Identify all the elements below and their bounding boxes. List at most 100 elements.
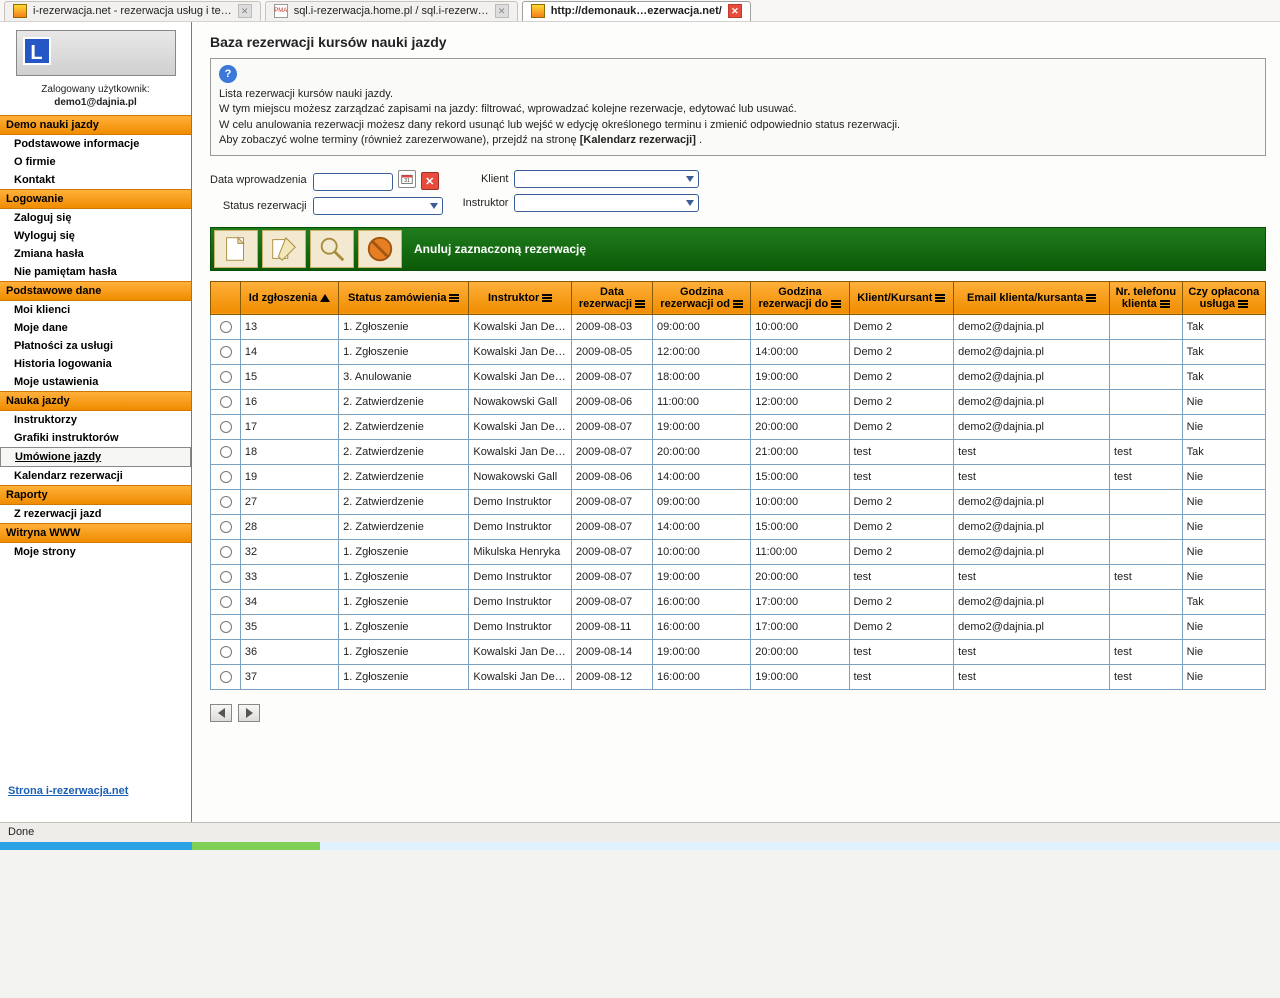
cell-klient: test [849,664,954,689]
filter-instruktor-select[interactable] [514,194,699,212]
filter-status-select[interactable] [313,197,443,215]
sidebar-item[interactable]: Zmiana hasła [0,245,191,263]
row-select-radio[interactable] [220,496,232,508]
table-row[interactable]: 192. ZatwierdzenieNowakowski Gall2009-08… [211,464,1266,489]
tool-edit-icon[interactable] [262,230,306,268]
row-select-radio[interactable] [220,671,232,683]
sidebar-item[interactable]: Wyloguj się [0,227,191,245]
cell-instr: Nowakowski Gall [469,389,572,414]
sidebar-item[interactable]: Zaloguj się [0,209,191,227]
sort-menu-icon [635,299,645,309]
sidebar-item[interactable]: Moje dane [0,319,191,337]
cell-to: 11:00:00 [751,539,849,564]
clear-date-icon[interactable]: ✕ [421,172,439,190]
row-radio-cell [211,539,241,564]
row-select-radio[interactable] [220,596,232,608]
column-header[interactable]: Data rezerwacji [571,281,652,314]
table-row[interactable]: 341. ZgłoszenieDemo Instruktor2009-08-07… [211,589,1266,614]
browser-tab[interactable]: http://demonauk…ezerwacja.net/✕ [522,1,751,21]
cell-from: 19:00:00 [653,414,751,439]
sidebar-item[interactable]: Grafiki instruktorów [0,429,191,447]
sidebar-item[interactable]: Nie pamiętam hasła [0,263,191,281]
sidebar-item[interactable]: Moi klienci [0,301,191,319]
row-select-radio[interactable] [220,346,232,358]
cell-phone [1110,614,1183,639]
sidebar-item[interactable]: Kalendarz rezerwacji [0,467,191,485]
row-select-radio[interactable] [220,371,232,383]
sidebar-item[interactable]: Historia logowania [0,355,191,373]
close-icon[interactable]: ✕ [728,4,742,18]
row-select-radio[interactable] [220,421,232,433]
row-select-radio[interactable] [220,321,232,333]
table-row[interactable]: 162. ZatwierdzenieNowakowski Gall2009-08… [211,389,1266,414]
row-select-radio[interactable] [220,446,232,458]
status-text: Done [8,826,34,838]
column-header[interactable]: Email klienta/kursanta [954,281,1110,314]
table-row[interactable]: 182. ZatwierdzenieKowalski Jan Demo2009-… [211,439,1266,464]
column-header[interactable]: Klient/Kursant [849,281,954,314]
close-icon[interactable]: ✕ [495,4,509,18]
user-line2: demo1@dajnia.pl [54,97,137,108]
filter-klient-select[interactable] [514,170,699,188]
cell-date: 2009-08-05 [571,339,652,364]
cell-instr: Kowalski Jan Demo [469,664,572,689]
close-icon[interactable]: ✕ [238,4,252,18]
filter-status-label: Status rezerwacji [210,200,307,212]
column-header[interactable]: Czy opłacona usługa [1182,281,1265,314]
help-calendar-link[interactable]: [Kalendarz rezerwacji] [580,134,696,146]
filter-date-input[interactable] [313,173,393,191]
tool-search-icon[interactable] [310,230,354,268]
column-header[interactable]: Godzina rezerwacji do [751,281,849,314]
table-row[interactable]: 361. ZgłoszenieKowalski Jan Demo2009-08-… [211,639,1266,664]
sidebar-item[interactable]: Podstawowe informacje [0,135,191,153]
row-select-radio[interactable] [220,571,232,583]
row-select-radio[interactable] [220,546,232,558]
row-select-radio[interactable] [220,646,232,658]
column-header[interactable]: Id zgłoszenia [240,281,338,314]
sidebar-item[interactable]: Instruktorzy [0,411,191,429]
browser-tab[interactable]: i-rezerwacja.net - rezerwacja usług i te… [4,1,261,21]
row-radio-cell [211,339,241,364]
table-row[interactable]: 272. ZatwierdzenieDemo Instruktor2009-08… [211,489,1266,514]
column-header[interactable]: Nr. telefonu klienta [1110,281,1183,314]
sidebar-item[interactable]: Moje strony [0,543,191,561]
calendar-icon[interactable]: 31 [398,170,416,188]
column-header[interactable]: Godzina rezerwacji od [653,281,751,314]
cell-phone [1110,364,1183,389]
sidebar-bottom-link[interactable]: Strona i-rezerwacja.net [0,781,191,801]
table-row[interactable]: 331. ZgłoszenieDemo Instruktor2009-08-07… [211,564,1266,589]
table-row[interactable]: 141. ZgłoszenieKowalski Jan Demo2009-08-… [211,339,1266,364]
row-select-radio[interactable] [220,621,232,633]
sidebar-item[interactable]: Kontakt [0,171,191,189]
browser-tab[interactable]: PMAsql.i-rezerwacja.home.pl / sql.i-reze… [265,1,518,21]
tool-cancel-icon[interactable] [358,230,402,268]
table-row[interactable]: 351. ZgłoszenieDemo Instruktor2009-08-11… [211,614,1266,639]
cell-paid: Nie [1182,464,1265,489]
row-radio-cell [211,314,241,339]
sidebar-item[interactable]: Moje ustawienia [0,373,191,391]
toolbar-cancel-label: Anuluj zaznaczoną rezerwację [414,242,586,256]
table-row[interactable]: 282. ZatwierdzenieDemo Instruktor2009-08… [211,514,1266,539]
table-row[interactable]: 321. ZgłoszenieMikulska Henryka2009-08-0… [211,539,1266,564]
sidebar-item[interactable]: Płatności za usługi [0,337,191,355]
sidebar-item[interactable]: O firmie [0,153,191,171]
column-header[interactable]: Instruktor [469,281,572,314]
row-select-radio[interactable] [220,521,232,533]
table-row[interactable]: 172. ZatwierdzenieKowalski Jan Demo2009-… [211,414,1266,439]
table-row[interactable]: 371. ZgłoszenieKowalski Jan Demo2009-08-… [211,664,1266,689]
table-row[interactable]: 131. ZgłoszenieKowalski Jan Demo2009-08-… [211,314,1266,339]
pager-next-button[interactable] [238,704,260,722]
table-row[interactable]: 153. AnulowanieKowalski Jan Demo2009-08-… [211,364,1266,389]
cell-id: 17 [240,414,338,439]
sidebar-item[interactable]: Umówione jazdy [0,447,191,467]
column-header[interactable]: Status zamówienia [339,281,469,314]
sidebar-item[interactable]: Z rezerwacji jazd [0,505,191,523]
cell-email: demo2@dajnia.pl [954,514,1110,539]
pager-prev-button[interactable] [210,704,232,722]
column-header[interactable] [211,281,241,314]
row-select-radio[interactable] [220,471,232,483]
row-select-radio[interactable] [220,396,232,408]
tool-new-icon[interactable] [214,230,258,268]
arrow-left-icon [218,708,225,718]
cell-instr: Mikulska Henryka [469,539,572,564]
